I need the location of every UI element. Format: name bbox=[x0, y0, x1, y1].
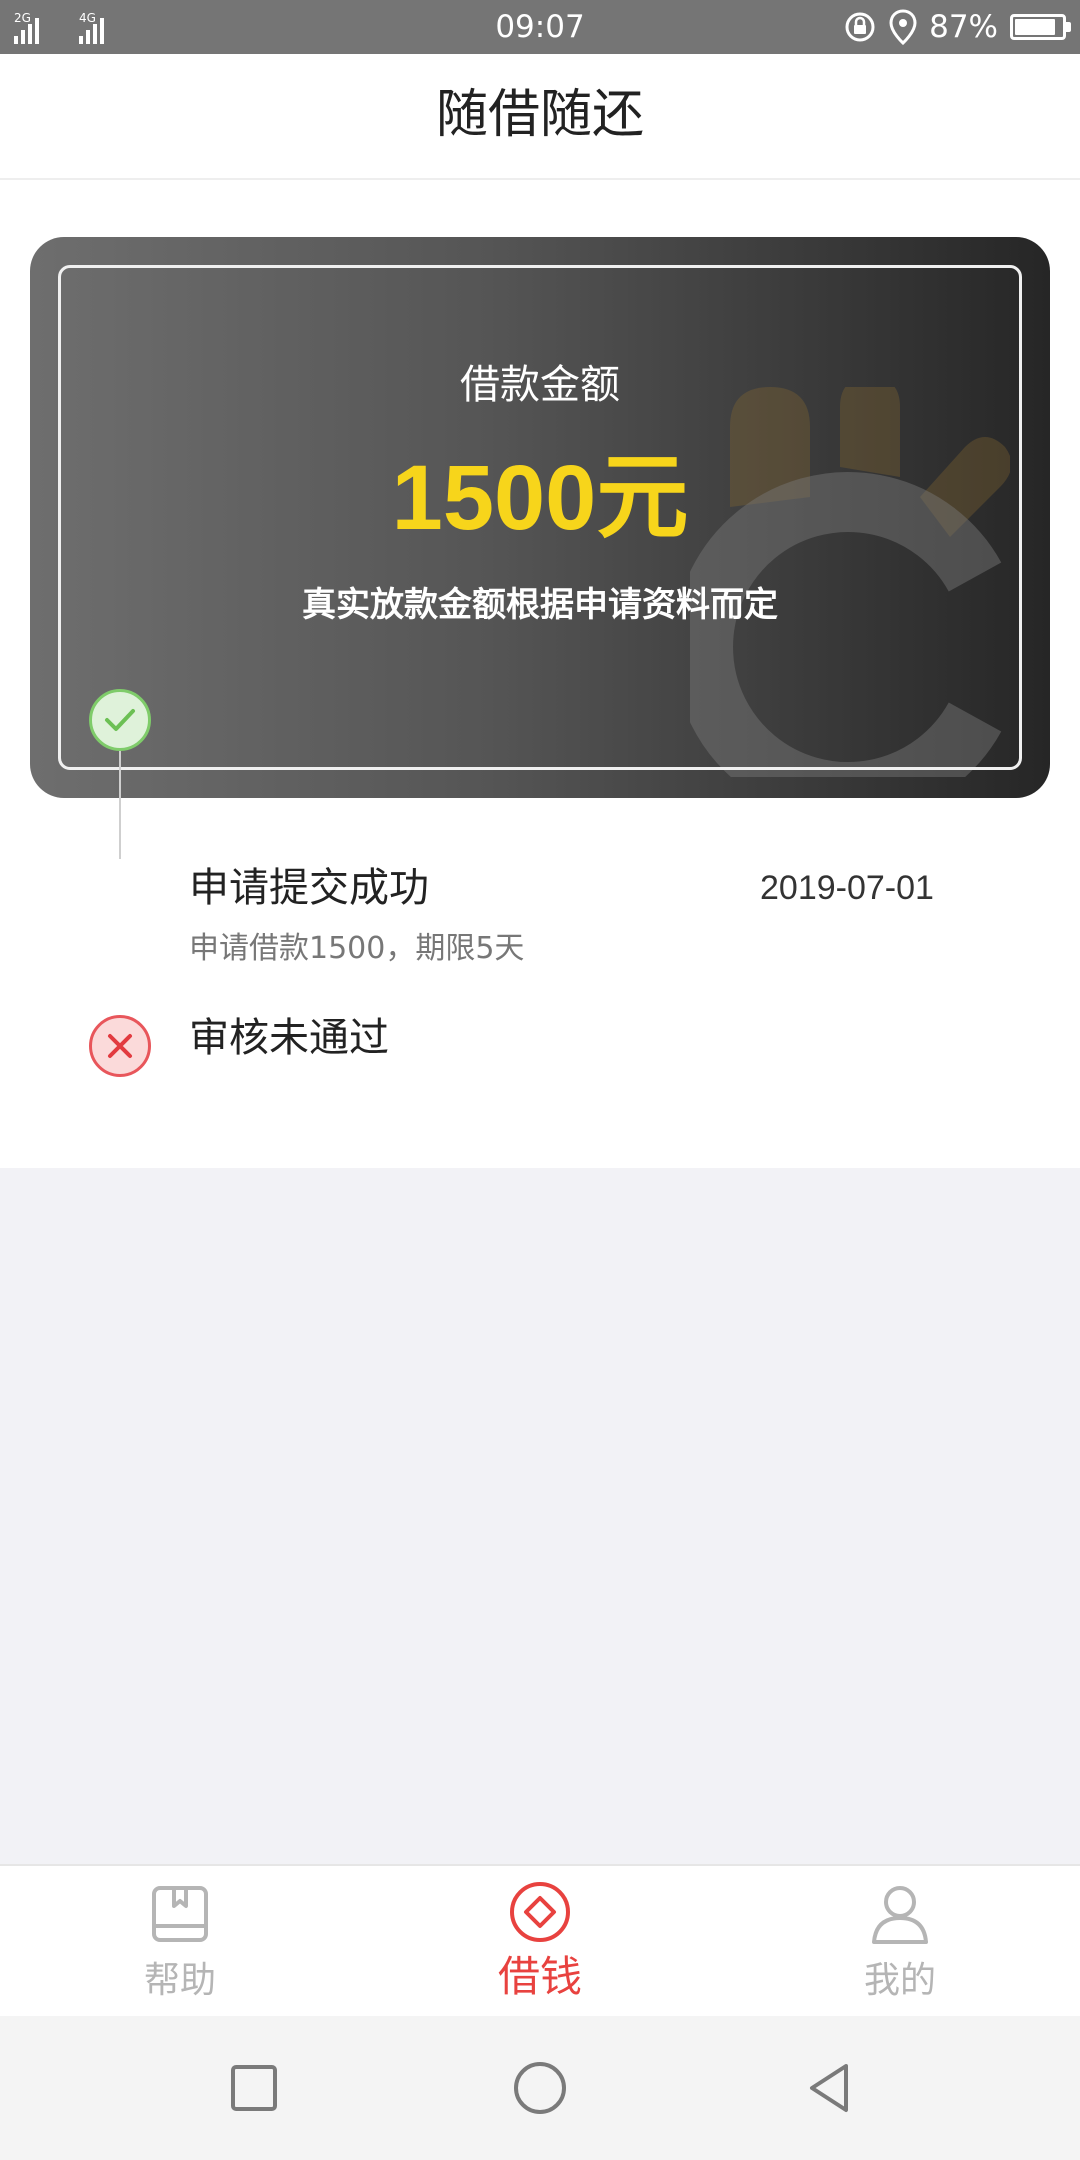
loan-amount-note: 真实放款金额根据申请资料而定 bbox=[302, 585, 778, 625]
book-icon bbox=[152, 1886, 208, 1942]
loan-amount-value: 1500元 bbox=[391, 447, 689, 549]
status-bar: 2G 4G 09:07 87% bbox=[0, 0, 1080, 54]
user-icon bbox=[872, 1886, 928, 1944]
battery-percentage: 87% bbox=[929, 9, 998, 45]
back-icon[interactable] bbox=[798, 2056, 862, 2120]
tab-borrow[interactable]: 借钱 bbox=[440, 1866, 640, 2018]
timeline-step-date: 2019-07-01 bbox=[760, 869, 934, 907]
home-icon[interactable] bbox=[508, 2056, 572, 2120]
recent-apps-icon[interactable] bbox=[222, 2056, 286, 2120]
loan-amount-label: 借款金额 bbox=[460, 362, 620, 408]
tab-mine[interactable]: 我的 bbox=[800, 1866, 1000, 2018]
timeline-step-description: 申请借款1500，期限5天 bbox=[189, 931, 525, 966]
timeline-step-title: 审核未通过 bbox=[189, 1015, 389, 1061]
location-icon bbox=[889, 9, 917, 45]
timeline-step-title: 申请提交成功 bbox=[189, 865, 429, 911]
tab-label: 借钱 bbox=[497, 1952, 582, 2001]
battery-icon bbox=[1010, 14, 1071, 40]
rotation-lock-icon bbox=[845, 12, 875, 42]
system-nav-bar bbox=[0, 2016, 1080, 2160]
check-circle-icon bbox=[89, 689, 151, 751]
tab-label: 我的 bbox=[863, 1960, 936, 2001]
x-circle-icon bbox=[89, 1015, 151, 1077]
diamond-coin-icon bbox=[510, 1882, 570, 1942]
bottom-tab-bar: 帮助 借钱 我的 bbox=[0, 1864, 1080, 2016]
app-header: 随借随还 bbox=[0, 54, 1080, 180]
battery-level-fill bbox=[1015, 19, 1055, 35]
status-icons: 87% bbox=[843, 8, 1071, 46]
tab-label: 帮助 bbox=[143, 1960, 216, 2001]
tab-help[interactable]: 帮助 bbox=[80, 1866, 280, 2018]
loan-amount-card: 借款金额 1500元 真实放款金额根据申请资料而定 bbox=[30, 237, 1050, 798]
page-title: 随借随还 bbox=[435, 85, 644, 145]
main-content: 借款金额 1500元 真实放款金额根据申请资料而定 bbox=[0, 180, 1080, 1168]
